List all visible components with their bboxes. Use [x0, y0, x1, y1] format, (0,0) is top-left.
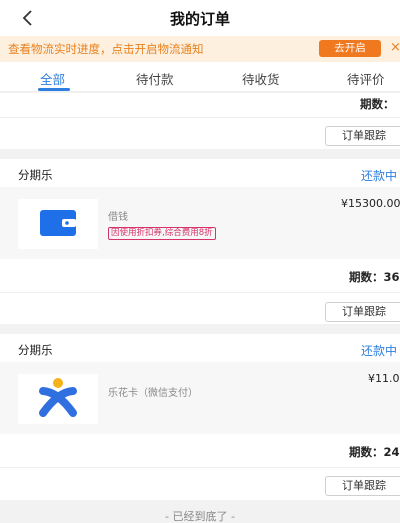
periods-label: 期数：36 [349, 270, 400, 284]
divider [0, 467, 400, 468]
product-name: 乐花卡（微信支付） [108, 388, 198, 399]
close-icon[interactable]: × [390, 40, 400, 55]
tab-pending-payment[interactable]: 待付款 [136, 69, 174, 88]
end-of-list-text: - 已经到底了 - [165, 510, 235, 523]
status-badge: 还款中 [361, 344, 398, 358]
divider [0, 292, 400, 293]
product-row[interactable]: 乐花卡（微信支付） ¥11.00 [0, 362, 400, 434]
wallet-icon [40, 210, 76, 236]
header-bar: 我的订单 [0, 0, 400, 36]
enable-notification-button[interactable]: 去开启 [319, 40, 381, 57]
order-card-partial: 期数： 订单跟踪 [0, 93, 400, 149]
product-row[interactable]: 借钱 因使用折扣券,综合费用8折 ¥15300.00 [0, 187, 400, 259]
product-price: ¥11.00 [368, 372, 400, 385]
order-card[interactable]: 分期乐 还款中 借钱 因使用折扣券,综合费用8折 ¥15300.00 期数：36… [0, 159, 400, 324]
periods-label: 期数： [360, 97, 395, 111]
tab-pending-receipt[interactable]: 待收货 [242, 69, 280, 88]
lehua-card-logo [39, 378, 77, 417]
orders-page: 我的订单 查看物流实时进度，点击开启物流通知 去开启 × 全部 待付款 待收货 … [0, 0, 400, 523]
product-name: 借钱 [108, 212, 128, 223]
periods-label: 期数：24 [349, 445, 400, 459]
merchant-name: 分期乐 [18, 168, 53, 182]
tab-active-indicator [38, 88, 70, 91]
tab-pending-review[interactable]: 待评价 [347, 69, 385, 88]
product-thumbnail [18, 374, 98, 424]
banner-text: 查看物流实时进度，点击开启物流通知 [8, 42, 204, 56]
order-track-button[interactable]: 订单跟踪 [325, 302, 400, 322]
order-track-button[interactable]: 订单跟踪 [325, 126, 400, 146]
page-title: 我的订单 [169, 10, 230, 28]
divider [0, 117, 400, 118]
product-thumbnail [18, 199, 98, 249]
order-track-button[interactable]: 订单跟踪 [325, 476, 400, 496]
status-badge: 还款中 [361, 169, 398, 183]
merchant-name: 分期乐 [18, 343, 53, 357]
logistics-notice-banner: 查看物流实时进度，点击开启物流通知 去开启 × [0, 36, 400, 62]
order-card[interactable]: 分期乐 还款中 乐花卡（微信支付） ¥11.00 期数：24 订单跟踪 [0, 334, 400, 500]
product-price: ¥15300.00 [341, 197, 400, 210]
tab-all[interactable]: 全部 [40, 69, 65, 88]
order-tabs: 全部 待付款 待收货 待评价 [0, 62, 400, 92]
discount-tag: 因使用折扣券,综合费用8折 [108, 227, 216, 240]
